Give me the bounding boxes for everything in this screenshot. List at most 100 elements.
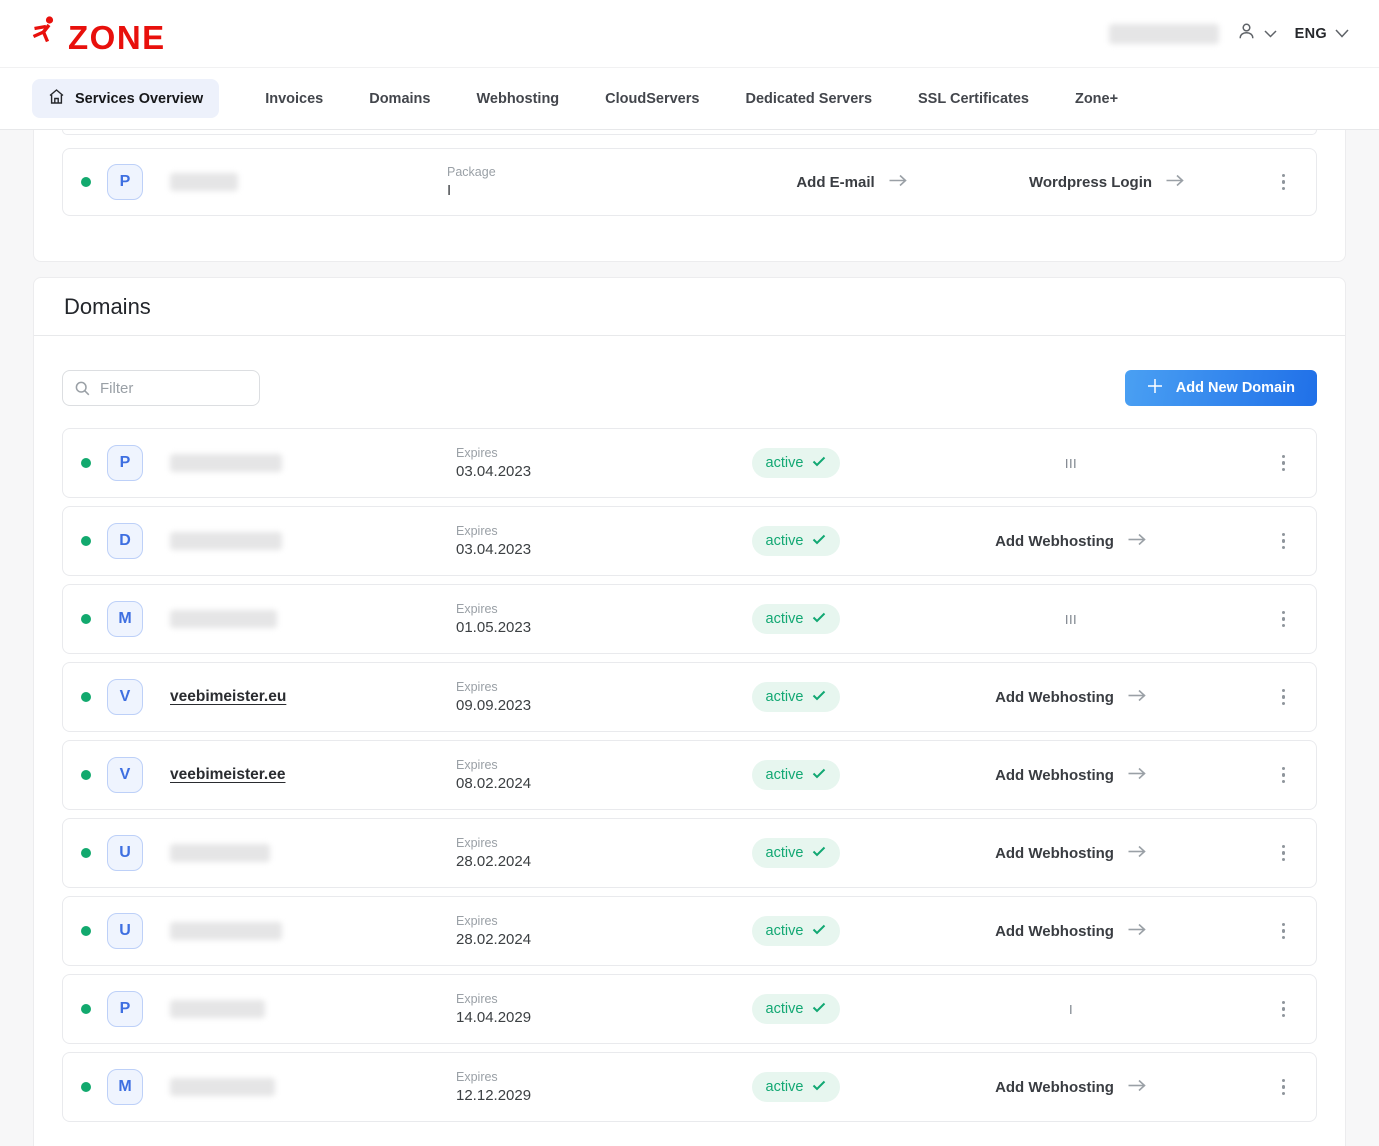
tab-webhosting[interactable]: Webhosting xyxy=(476,91,559,107)
status-badge: active xyxy=(751,916,841,946)
account-menu[interactable] xyxy=(1237,22,1277,46)
expires-date: 03.04.2023 xyxy=(456,463,532,480)
zone-wordmark: zone xyxy=(68,18,166,56)
status-dot xyxy=(81,177,91,187)
services-overview-card: P Package I Add E-mail Wordpress Login xyxy=(33,130,1346,262)
tab-domains[interactable]: Domains xyxy=(369,91,430,107)
domain-name-link[interactable]: veebimeister.eu xyxy=(170,688,286,706)
add-webhosting-label: Add Webhosting xyxy=(995,844,1114,862)
masked-domain-name xyxy=(170,454,282,472)
kebab-menu-icon[interactable] xyxy=(1277,685,1291,710)
filter-input[interactable] xyxy=(62,370,260,406)
add-webhosting-button[interactable]: Add Webhosting xyxy=(995,845,1147,862)
check-icon xyxy=(812,845,826,861)
domain-row: V veebimeister.eu Expires 09.09.2023 act… xyxy=(62,662,1317,732)
status-dot xyxy=(81,536,91,546)
domain-row: M Expires 01.05.2023 active III xyxy=(62,584,1317,654)
user-icon xyxy=(1237,22,1256,46)
domains-card-title: Domains xyxy=(64,294,151,319)
add-webhosting-button[interactable]: Add Webhosting xyxy=(995,533,1147,550)
kebab-menu-icon[interactable] xyxy=(1277,451,1291,476)
domain-row: M Expires 12.12.2029 active Add Webhosti… xyxy=(62,1052,1317,1122)
tab-label: Services Overview xyxy=(75,90,204,107)
status-dot xyxy=(81,770,91,780)
tab-zone-plus[interactable]: Zone+ xyxy=(1075,91,1118,107)
tab-ssl-certificates[interactable]: SSL Certificates xyxy=(918,91,1029,107)
kebab-menu-icon[interactable] xyxy=(1277,1075,1291,1100)
domain-row: D Expires 03.04.2023 active Add Webhosti… xyxy=(62,506,1317,576)
truncated-service-row xyxy=(62,130,1317,135)
masked-domain-name xyxy=(170,1078,275,1096)
main-nav: Services Overview Invoices Domains Webho… xyxy=(0,68,1379,130)
domain-row: U Expires 28.02.2024 active Add Webhosti… xyxy=(62,896,1317,966)
tab-cloudservers[interactable]: CloudServers xyxy=(605,91,699,107)
domain-name-link[interactable]: veebimeister.ee xyxy=(170,766,285,784)
add-webhosting-button[interactable]: Add Webhosting xyxy=(995,767,1147,784)
domain-avatar: D xyxy=(107,523,143,559)
add-new-domain-button[interactable]: Add New Domain xyxy=(1124,370,1317,406)
add-webhosting-button[interactable]: Add Webhosting xyxy=(995,1079,1147,1096)
domain-row: P Expires 03.04.2023 active III xyxy=(62,428,1317,498)
domains-card: Domains A xyxy=(33,277,1346,1146)
check-icon xyxy=(812,1079,826,1095)
arrow-right-icon xyxy=(1127,767,1147,784)
kebab-menu-icon[interactable] xyxy=(1277,170,1291,195)
tab-invoices[interactable]: Invoices xyxy=(265,91,323,107)
kebab-menu-icon[interactable] xyxy=(1277,841,1291,866)
zone-logo[interactable]: zone xyxy=(30,15,166,56)
status-badge-label: active xyxy=(765,455,804,471)
expires-date: 03.04.2023 xyxy=(456,541,532,558)
wordpress-login-button[interactable]: Wordpress Login xyxy=(1007,174,1207,191)
masked-action-text: I xyxy=(1068,1001,1074,1017)
masked-domain-name xyxy=(170,1000,265,1018)
expires-date: 08.02.2024 xyxy=(456,775,532,792)
domain-avatar: P xyxy=(107,445,143,481)
add-webhosting-label: Add Webhosting xyxy=(995,922,1114,940)
kebab-menu-icon[interactable] xyxy=(1277,607,1291,632)
add-webhosting-label: Add Webhosting xyxy=(995,1078,1114,1096)
masked-domain-name xyxy=(170,610,277,628)
expires-label: Expires xyxy=(456,1070,498,1084)
arrow-right-icon xyxy=(1127,689,1147,706)
add-webhosting-button[interactable]: Add Webhosting xyxy=(995,923,1147,940)
expires-date: 09.09.2023 xyxy=(456,697,532,714)
status-badge: active xyxy=(751,838,841,868)
kebab-menu-icon[interactable] xyxy=(1277,919,1291,944)
zone-runner-icon xyxy=(30,15,60,52)
chevron-down-icon xyxy=(1264,25,1277,43)
arrow-right-icon xyxy=(1127,845,1147,862)
masked-domain-name xyxy=(170,844,270,862)
kebab-menu-icon[interactable] xyxy=(1277,997,1291,1022)
kebab-menu-icon[interactable] xyxy=(1277,763,1291,788)
domain-avatar: M xyxy=(107,1069,143,1105)
domain-avatar: M xyxy=(107,601,143,637)
check-icon xyxy=(812,923,826,939)
tab-services-overview[interactable]: Services Overview xyxy=(32,79,220,118)
domain-avatar: V xyxy=(107,757,143,793)
expires-label: Expires xyxy=(456,602,498,616)
status-badge: active xyxy=(751,1072,841,1102)
expires-date: 14.04.2029 xyxy=(456,1009,532,1026)
add-webhosting-button[interactable]: Add Webhosting xyxy=(995,689,1147,706)
status-badge: active xyxy=(751,526,841,556)
status-dot xyxy=(81,458,91,468)
filter-field xyxy=(62,370,260,406)
tab-dedicated-servers[interactable]: Dedicated Servers xyxy=(745,91,872,107)
check-icon xyxy=(812,689,826,705)
status-dot xyxy=(81,614,91,624)
language-label: ENG xyxy=(1294,25,1327,42)
masked-service-name xyxy=(170,173,238,191)
language-selector[interactable]: ENG xyxy=(1295,25,1349,43)
kebab-menu-icon[interactable] xyxy=(1277,529,1291,554)
expires-date: 12.12.2029 xyxy=(456,1087,532,1104)
status-badge: active xyxy=(751,604,841,634)
add-webhosting-label: Add Webhosting xyxy=(995,688,1114,706)
app-header: zone ENG xyxy=(0,0,1379,68)
domain-row: V veebimeister.ee Expires 08.02.2024 act… xyxy=(62,740,1317,810)
expires-date: 01.05.2023 xyxy=(456,619,532,636)
arrow-right-icon xyxy=(1127,923,1147,940)
status-badge-label: active xyxy=(765,689,804,705)
add-email-button[interactable]: Add E-mail xyxy=(697,174,1007,191)
status-dot xyxy=(81,692,91,702)
domain-avatar: U xyxy=(107,835,143,871)
